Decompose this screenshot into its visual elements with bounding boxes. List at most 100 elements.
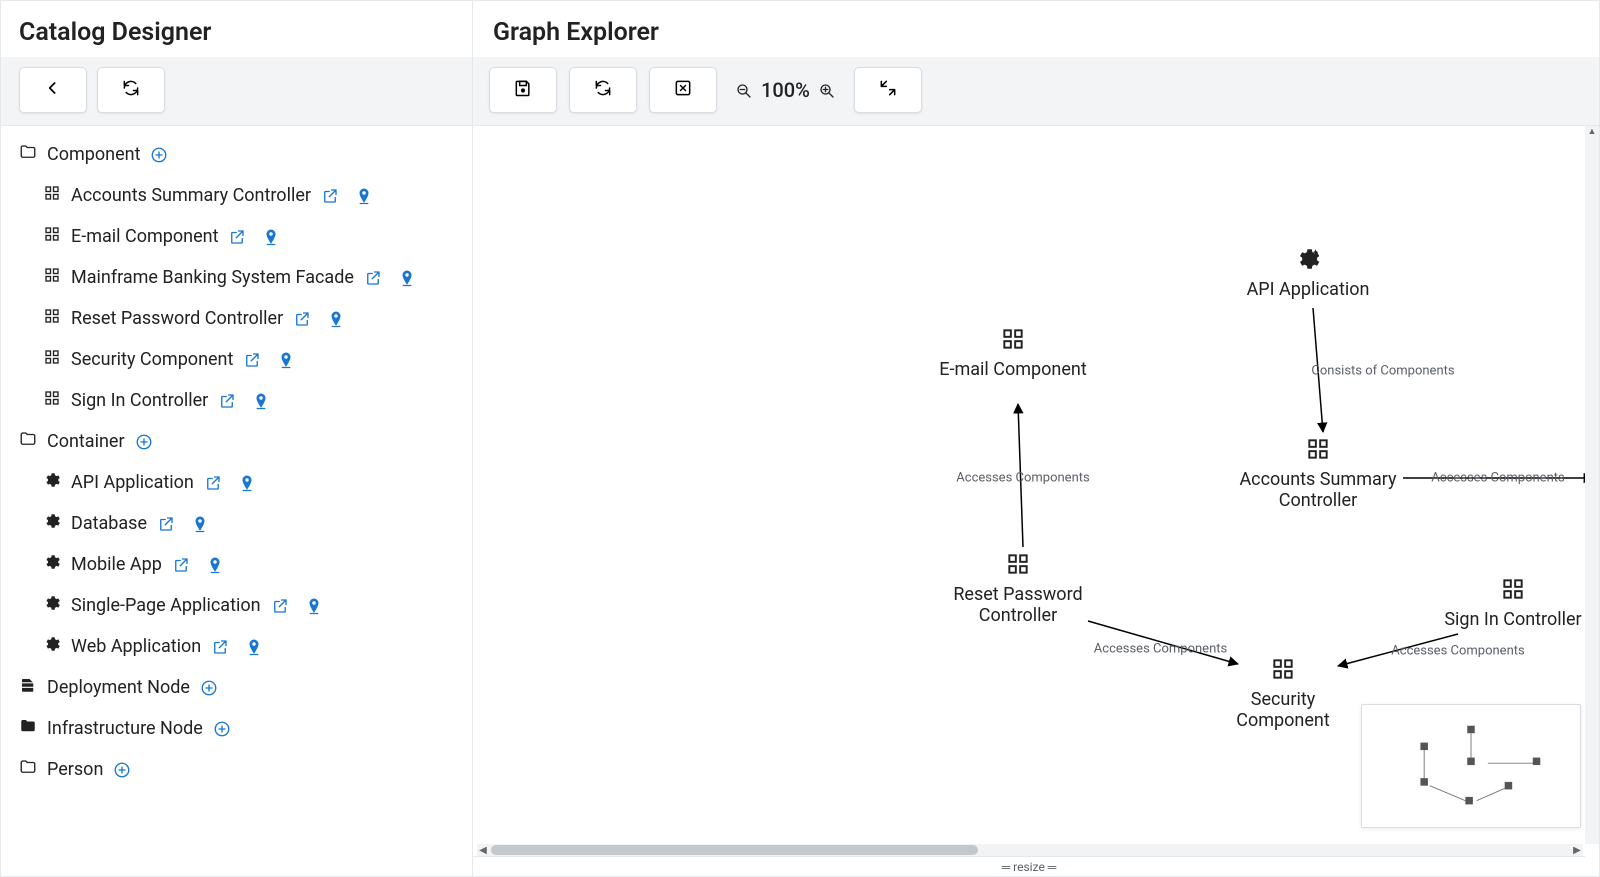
tree-item[interactable]: Single-Page Application bbox=[1, 585, 472, 626]
tree-item[interactable]: E-mail Component bbox=[1, 216, 472, 257]
add-button[interactable] bbox=[135, 433, 153, 451]
open-external-icon[interactable] bbox=[172, 556, 190, 574]
pin-icon[interactable] bbox=[191, 515, 209, 533]
gear-icon bbox=[43, 594, 61, 617]
open-external-icon[interactable] bbox=[293, 310, 311, 328]
zoom-out-icon[interactable] bbox=[735, 81, 753, 99]
tree-group[interactable]: Container bbox=[1, 421, 472, 462]
add-button[interactable] bbox=[213, 720, 231, 738]
graph-node-label: Reset Password Controller bbox=[953, 584, 1082, 626]
save-icon bbox=[513, 78, 533, 103]
pin-icon[interactable] bbox=[252, 392, 270, 410]
tree-group[interactable]: Deployment Node bbox=[1, 667, 472, 708]
tree-group-label: Deployment Node bbox=[47, 677, 190, 698]
open-external-icon[interactable] bbox=[228, 228, 246, 246]
tree-group-label: Component bbox=[47, 144, 140, 165]
graph-node[interactable]: Security Component bbox=[1203, 656, 1363, 731]
edge-label: Accesses Components bbox=[1391, 644, 1524, 659]
tree-group-label: Infrastructure Node bbox=[47, 718, 203, 739]
tree-item-label: Accounts Summary Controller bbox=[71, 185, 311, 206]
minimap[interactable] bbox=[1361, 704, 1581, 828]
refresh-graph-button[interactable] bbox=[569, 67, 637, 113]
refresh-button[interactable] bbox=[97, 67, 165, 113]
tree-group[interactable]: Infrastructure Node bbox=[1, 708, 472, 749]
fit-button[interactable] bbox=[854, 67, 922, 113]
tree-group[interactable]: Component bbox=[1, 134, 472, 175]
catalog-designer-panel: Catalog Designer Component Accounts Summa… bbox=[1, 1, 473, 876]
zoom-in-icon[interactable] bbox=[818, 81, 836, 99]
save-button[interactable] bbox=[489, 67, 557, 113]
tree-item[interactable]: Web Application bbox=[1, 626, 472, 667]
folder-solid-icon bbox=[19, 717, 37, 740]
pin-icon[interactable] bbox=[355, 187, 373, 205]
graph-toolbar: 100% bbox=[473, 67, 1599, 126]
graph-node[interactable]: E-mail Component bbox=[933, 326, 1093, 381]
open-external-icon[interactable] bbox=[364, 269, 382, 287]
resize-label: resize bbox=[1013, 860, 1045, 874]
vertical-scrollbar[interactable]: ▲ bbox=[1585, 126, 1599, 844]
gear-icon bbox=[43, 635, 61, 658]
pin-icon[interactable] bbox=[277, 351, 295, 369]
tree-item-label: Database bbox=[71, 513, 147, 534]
pin-icon[interactable] bbox=[206, 556, 224, 574]
open-external-icon[interactable] bbox=[211, 638, 229, 656]
open-external-icon[interactable] bbox=[271, 597, 289, 615]
resize-handle[interactable]: ═ resize ═ bbox=[473, 856, 1585, 876]
graph-node-label: Sign In Controller bbox=[1444, 609, 1581, 630]
catalog-tree[interactable]: Component Accounts Summary Controller E-ma… bbox=[1, 126, 472, 876]
refresh-icon bbox=[121, 78, 141, 103]
open-external-icon[interactable] bbox=[204, 474, 222, 492]
pin-icon[interactable] bbox=[262, 228, 280, 246]
open-external-icon[interactable] bbox=[157, 515, 175, 533]
file-solid-icon bbox=[19, 676, 37, 699]
graph-canvas[interactable]: API Application E-mail Component Accounts … bbox=[473, 126, 1599, 876]
gear-icon bbox=[43, 553, 61, 576]
delete-button[interactable] bbox=[649, 67, 717, 113]
grid-icon bbox=[43, 307, 61, 330]
tree-item[interactable]: Security Component bbox=[1, 339, 472, 380]
graph-node-label: E-mail Component bbox=[939, 359, 1086, 380]
grid-icon bbox=[43, 348, 61, 371]
zoom-level: 100% bbox=[761, 78, 810, 102]
pin-icon[interactable] bbox=[238, 474, 256, 492]
tree-item[interactable]: Mainframe Banking System Facade bbox=[1, 257, 472, 298]
gear-sparkle-icon bbox=[1295, 246, 1321, 272]
tree-item[interactable]: Database bbox=[1, 503, 472, 544]
pin-icon[interactable] bbox=[245, 638, 263, 656]
grid-icon bbox=[1500, 576, 1526, 602]
add-button[interactable] bbox=[200, 679, 218, 697]
tree-item[interactable]: Mobile App bbox=[1, 544, 472, 585]
tree-item[interactable]: API Application bbox=[1, 462, 472, 503]
grid-icon bbox=[43, 225, 61, 248]
graph-node[interactable]: Reset Password Controller bbox=[938, 551, 1098, 626]
folder-outline-icon bbox=[19, 430, 37, 453]
folder-outline-icon bbox=[19, 143, 37, 166]
add-button[interactable] bbox=[150, 146, 168, 164]
graph-node[interactable]: Sign In Controller bbox=[1433, 576, 1593, 631]
pin-icon[interactable] bbox=[305, 597, 323, 615]
back-button[interactable] bbox=[19, 67, 87, 113]
tree-item-label: API Application bbox=[71, 472, 194, 493]
tree-group-label: Container bbox=[47, 431, 125, 452]
tree-item[interactable]: Accounts Summary Controller bbox=[1, 175, 472, 216]
tree-item-label: Mobile App bbox=[71, 554, 162, 575]
open-external-icon[interactable] bbox=[243, 351, 261, 369]
pin-icon[interactable] bbox=[398, 269, 416, 287]
grid-icon bbox=[43, 266, 61, 289]
open-external-icon[interactable] bbox=[218, 392, 236, 410]
graph-node[interactable]: Accounts Summary Controller bbox=[1238, 436, 1398, 511]
pin-icon[interactable] bbox=[327, 310, 345, 328]
add-button[interactable] bbox=[113, 761, 131, 779]
tree-group[interactable]: Person bbox=[1, 749, 472, 790]
tree-item[interactable]: Reset Password Controller bbox=[1, 298, 472, 339]
catalog-designer-title: Catalog Designer bbox=[1, 1, 472, 57]
grid-icon bbox=[1005, 551, 1031, 577]
minimap-svg bbox=[1368, 711, 1574, 821]
tree-item[interactable]: Sign In Controller bbox=[1, 380, 472, 421]
open-external-icon[interactable] bbox=[321, 187, 339, 205]
horizontal-scrollbar[interactable]: ◀ ▶ bbox=[477, 844, 1583, 856]
tree-item-label: Sign In Controller bbox=[71, 390, 208, 411]
tree-item-label: E-mail Component bbox=[71, 226, 218, 247]
graph-node[interactable]: API Application bbox=[1228, 246, 1388, 301]
zoom-control: 100% bbox=[729, 78, 842, 102]
